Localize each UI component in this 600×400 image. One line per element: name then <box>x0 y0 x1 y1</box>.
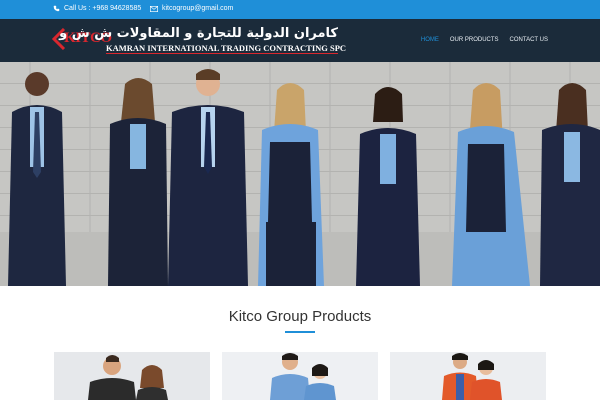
email-text: kitcogroup@gmail.com <box>162 5 234 12</box>
logo-english-name: KAMRAN INTERNATIONAL TRADING CONTRACTING… <box>106 43 347 53</box>
nav-our-products[interactable]: OUR PRODUCTS <box>450 37 499 43</box>
contact-bar: Call Us : +968 94628585 kitcogroup@gmail… <box>0 0 600 19</box>
envelope-icon <box>150 5 158 12</box>
nav-home[interactable]: HOME <box>421 37 439 43</box>
products-section-title: Kitco Group Products <box>228 308 372 325</box>
product-card[interactable] <box>390 352 546 400</box>
hero-photo <box>0 62 600 286</box>
product-card[interactable] <box>54 352 210 400</box>
site-header: KITCO كامران الدولية للتجارة و المقاولات… <box>0 19 600 62</box>
product-card-image <box>54 352 210 400</box>
phone-text: Call Us : +968 94628585 <box>64 5 142 12</box>
title-divider <box>285 331 315 333</box>
logo-arabic-name: كامران الدولية للتجارة و المقاولات ش ش و <box>59 26 338 41</box>
email-contact[interactable]: kitcogroup@gmail.com <box>150 5 233 12</box>
phone-icon <box>53 5 60 12</box>
product-card[interactable] <box>222 352 378 400</box>
nav-contact-us[interactable]: CONTACT US <box>510 37 548 43</box>
product-card-image <box>390 352 546 400</box>
hero-banner-image <box>0 62 600 286</box>
main-nav: HOME OUR PRODUCTS CONTACT US <box>421 37 548 43</box>
phone-contact[interactable]: Call Us : +968 94628585 <box>53 5 141 12</box>
logo-underline <box>106 53 338 54</box>
site-logo[interactable]: KITCO كامران الدولية للتجارة و المقاولات… <box>52 26 347 56</box>
product-card-image <box>222 352 378 400</box>
